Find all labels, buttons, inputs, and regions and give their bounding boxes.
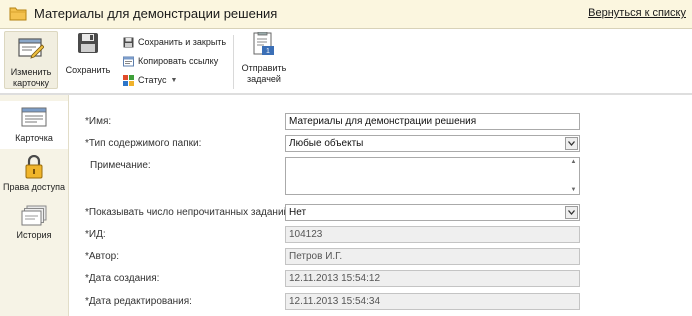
send-task-label-line1: Отправить [241,63,287,73]
unread-count-value: Нет [289,207,307,218]
note-scrollbar[interactable]: ▲ ▼ [569,159,578,193]
name-input[interactable]: Материалы для демонстрации решения [285,113,580,130]
card-icon [21,107,47,127]
content-type-select[interactable]: Любые объекты [285,135,580,152]
save-button[interactable]: Сохранить [64,32,112,82]
scroll-up-icon[interactable]: ▲ [569,159,578,165]
toolbar-divider [0,93,692,95]
nav-item-card-label: Карточка [15,133,53,143]
nav-item-access-rights-label: Права доступа [2,182,66,192]
title-bar: Материалы для демонстрации решения Верну… [0,0,692,29]
copy-link-label: Копировать ссылку [138,56,219,66]
id-field: 104123 [285,226,580,243]
save-and-close-button[interactable]: Сохранить и закрыть [123,35,226,49]
author-field: Петров И.Г. [285,248,580,265]
caret-down-icon: ▼ [170,76,178,84]
content-type-label: *Тип содержимого папки: [85,138,202,149]
modified-date-field: 12.11.2013 15:54:34 [285,293,580,310]
status-label: Статус [138,75,167,85]
unread-count-select[interactable]: Нет [285,204,580,221]
author-label: *Автор: [85,251,120,262]
note-textarea[interactable]: ▲ ▼ [285,157,580,195]
created-date-label: *Дата создания: [85,273,160,284]
send-as-task-button[interactable]: 1 Отправить задачей [238,32,290,90]
edit-card-label-line2: карточку [12,78,49,88]
save-icon [78,33,98,53]
chevron-down-icon[interactable] [565,137,578,150]
id-label: *ИД: [85,229,106,240]
history-icon [21,205,47,226]
modified-date-label: *Дата редактирования: [85,296,192,307]
nav-item-history[interactable]: История [0,205,68,251]
send-task-icon: 1 [253,32,274,55]
left-navigation: Карточка Права доступа История [0,95,69,316]
page-title: Материалы для демонстрации решения [34,6,278,21]
edit-card-icon [18,38,44,59]
created-date-field: 12.11.2013 15:54:12 [285,270,580,287]
toolbar-separator [233,35,234,89]
lock-icon [25,155,43,179]
copy-link-icon [123,56,134,66]
nav-item-history-label: История [16,230,52,240]
status-dropdown-button[interactable]: Статус ▼ [123,73,177,87]
status-icon [123,74,134,86]
edit-card-button[interactable]: Изменить карточку [4,31,58,89]
back-to-list-link[interactable]: Вернуться к списку [588,7,686,19]
copy-link-button[interactable]: Копировать ссылку [123,54,218,68]
content-type-value: Любые объекты [289,138,364,149]
save-and-close-label: Сохранить и закрыть [138,37,227,47]
scroll-down-icon[interactable]: ▼ [569,187,578,193]
folder-icon [9,7,27,21]
name-label: *Имя: [85,116,112,127]
edit-card-label-line1: Изменить [10,67,52,77]
toolbar: Изменить карточку Сохранить Сохранить и … [0,29,692,93]
nav-item-access-rights[interactable]: Права доступа [0,155,68,201]
send-task-label-line2: задачей [247,74,281,84]
chevron-down-icon[interactable] [565,206,578,219]
unread-count-label: *Показывать число непрочитанных заданий: [85,207,292,218]
nav-item-card[interactable]: Карточка [0,101,68,149]
save-close-icon [123,37,134,47]
svg-text:1: 1 [266,48,270,55]
note-label: Примечание: [90,160,151,171]
save-label: Сохранить [65,65,111,75]
